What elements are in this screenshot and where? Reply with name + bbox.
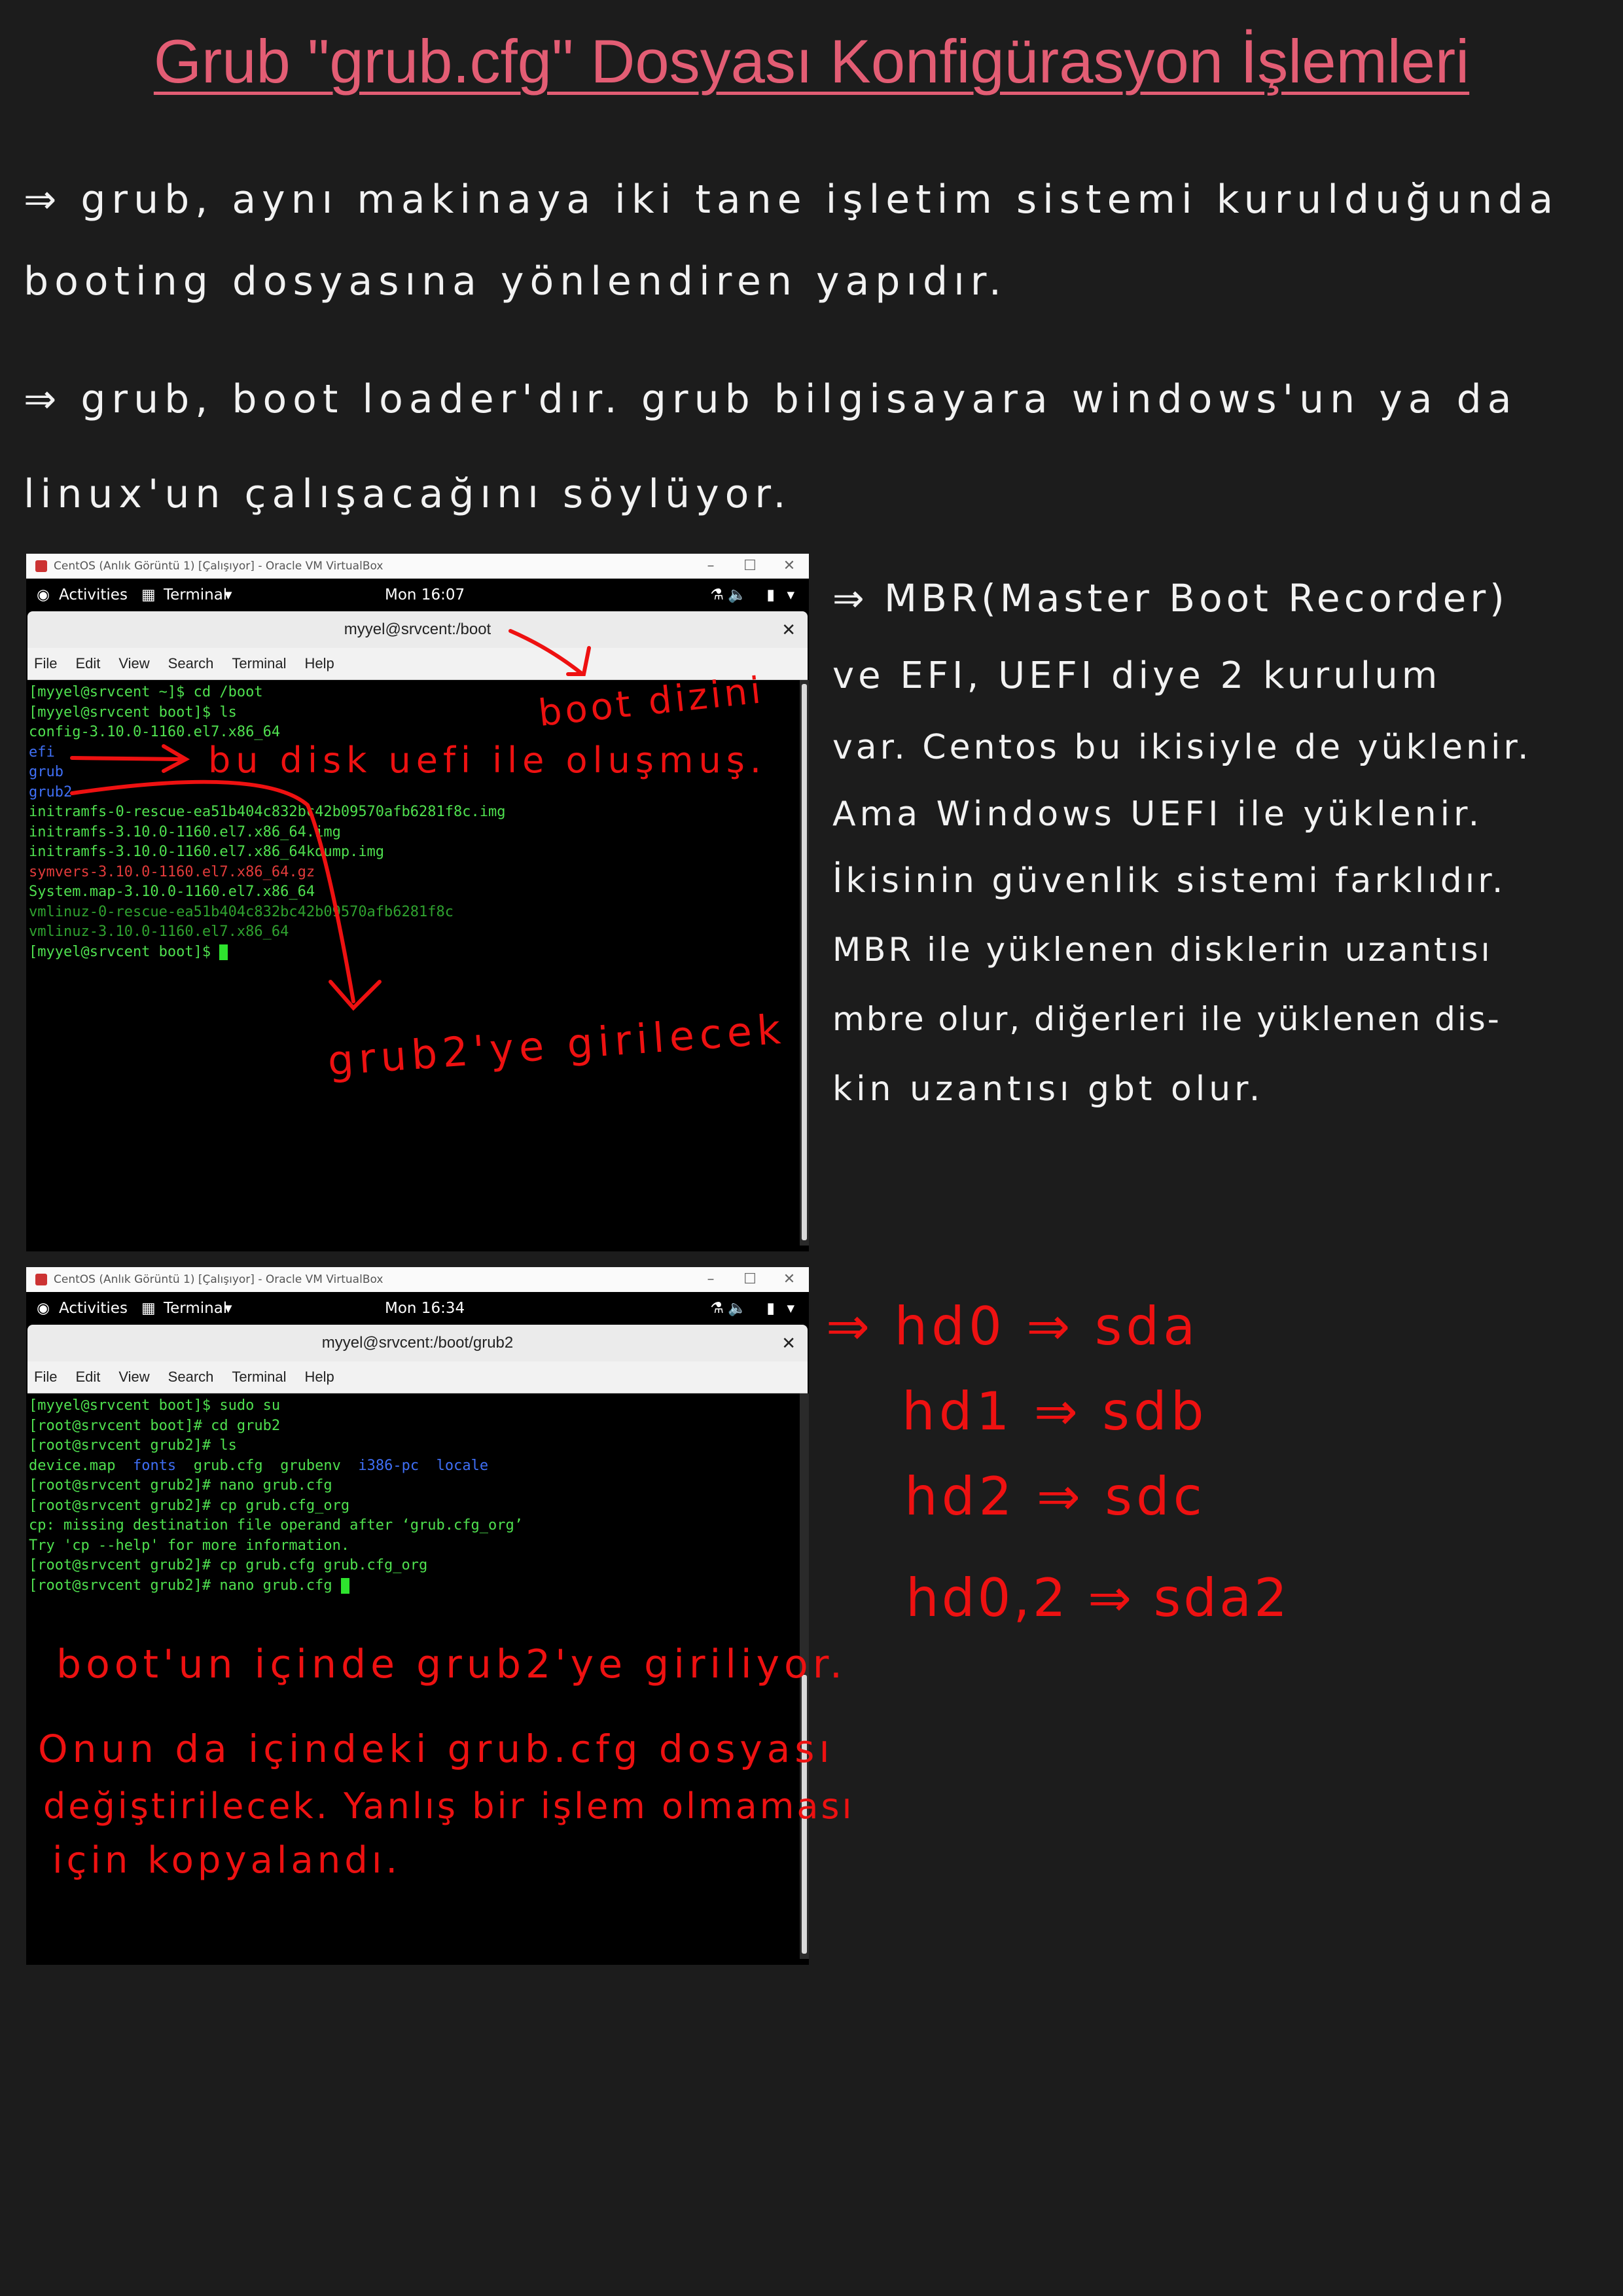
arrow-efi	[70, 744, 190, 773]
annotation-arrows	[70, 629, 591, 1011]
arrow-to-boot-dir	[508, 629, 591, 676]
arrow-grub2	[70, 780, 382, 1011]
